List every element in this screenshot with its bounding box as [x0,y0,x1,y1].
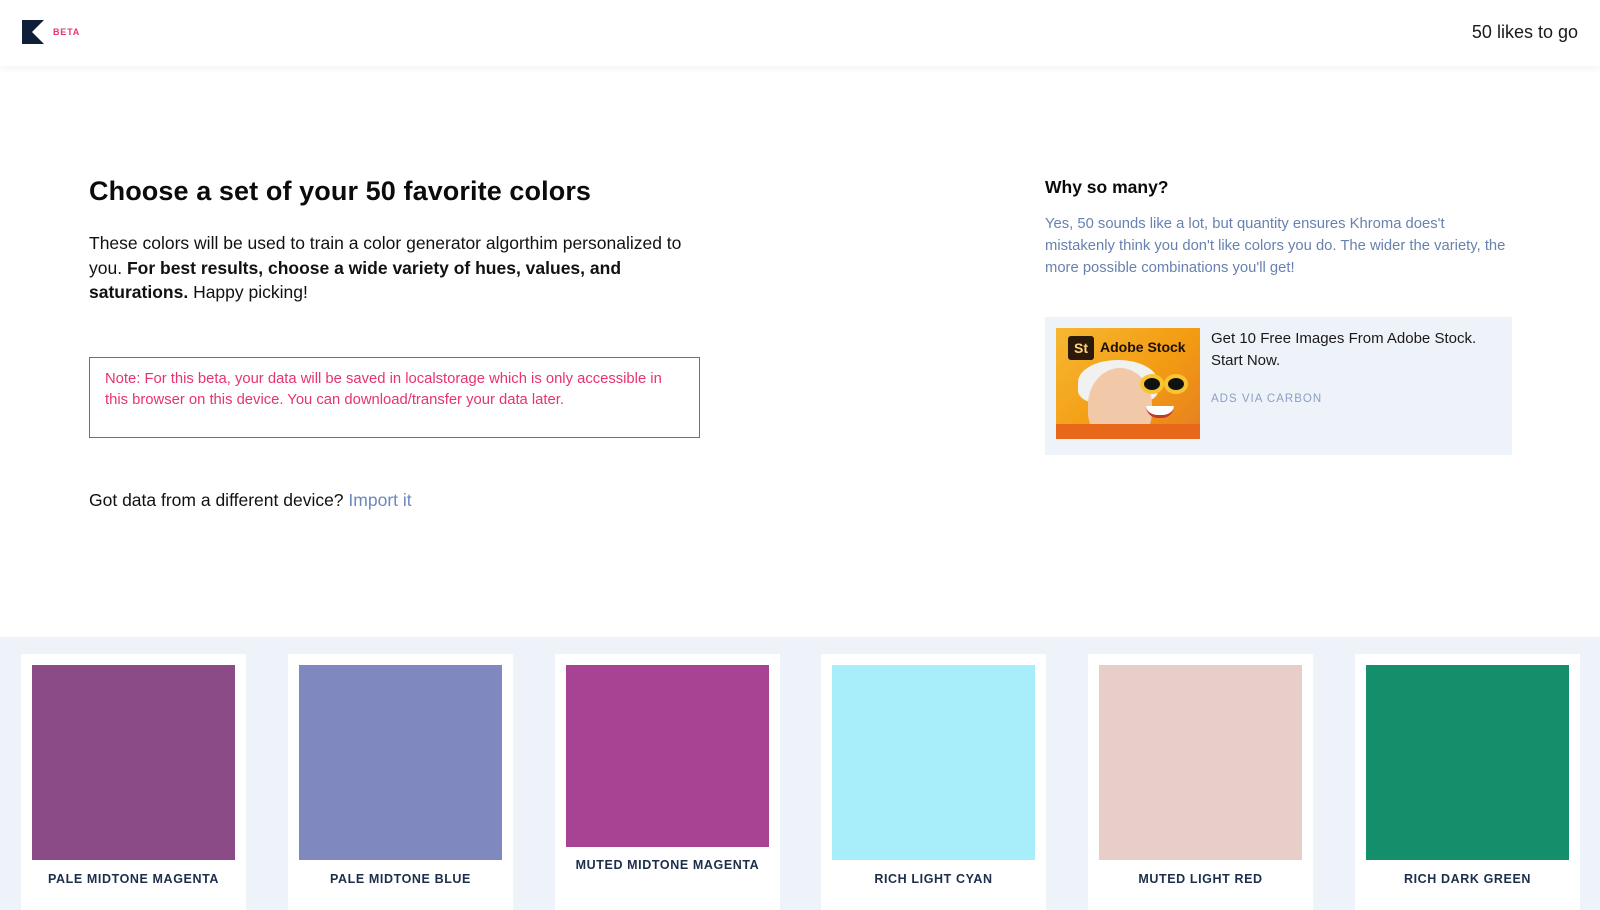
color-card[interactable]: MUTED LIGHT RED [1088,654,1313,910]
color-card[interactable]: RICH LIGHT CYAN [821,654,1046,910]
color-name: PALE MIDTONE BLUE [330,872,471,886]
color-name: MUTED LIGHT RED [1138,872,1263,886]
color-card[interactable]: PALE MIDTONE BLUE [288,654,513,910]
desc-suffix: Happy picking! [188,282,308,302]
ad-image-collar [1056,424,1200,439]
side-title: Why so many? [1045,177,1169,197]
ad-image-sunglasses-right [1164,374,1188,394]
intro-description: These colors will be used to train a col… [89,231,689,305]
beta-storage-note: Note: For this beta, your data will be s… [89,357,700,438]
likes-counter: 50 likes to go [1471,22,1578,42]
color-swatch[interactable] [299,665,502,860]
top-bar: BETA 50 likes to go [0,0,1600,66]
khroma-logo-icon[interactable] [22,20,44,44]
import-prompt: Got data from a different device? Import… [89,490,412,511]
color-swatch[interactable] [566,665,769,847]
intro-section: Choose a set of your 50 favorite colors … [89,176,709,305]
color-swatch[interactable] [32,665,235,860]
color-swatch[interactable] [1099,665,1302,860]
color-grid: PALE MIDTONE MAGENTA PALE MIDTONE BLUE M… [0,637,1600,910]
ads-via-carbon-link[interactable]: ADS VIA CARBON [1211,393,1322,405]
color-name: MUTED MIDTONE MAGENTA [575,858,760,872]
desc-emphasis: For best results, choose a wide variety … [89,257,622,303]
color-name: PALE MIDTONE MAGENTA [47,872,220,886]
beta-badge: BETA [53,27,81,37]
adobe-stock-icon: St [1068,336,1094,360]
ad-image[interactable]: St Adobe Stock [1056,328,1200,439]
side-text: Yes, 50 sounds like a lot, but quantity … [1045,216,1506,276]
color-swatch[interactable] [1366,665,1569,860]
color-name: RICH LIGHT CYAN [874,872,993,886]
why-so-many-panel: Why so many? Yes, 50 sounds like a lot, … [1045,177,1513,279]
color-card[interactable]: RICH DARK GREEN [1355,654,1580,910]
ad-copy[interactable]: Get 10 Free Images From Adobe Stock. Sta… [1211,328,1501,372]
carbon-ad[interactable]: St Adobe Stock Get 10 Free Images From A… [1045,317,1512,455]
ad-image-sunglasses-left [1140,374,1164,394]
import-link[interactable]: Import it [348,490,411,510]
color-swatch[interactable] [832,665,1035,860]
color-card[interactable]: PALE MIDTONE MAGENTA [21,654,246,910]
page-title: Choose a set of your 50 favorite colors [89,176,592,206]
ad-image-brand: Adobe Stock [1100,339,1186,355]
import-prompt-text: Got data from a different device? [89,490,349,510]
color-name: RICH DARK GREEN [1403,872,1532,886]
color-card[interactable]: MUTED MIDTONE MAGENTA [555,654,780,910]
